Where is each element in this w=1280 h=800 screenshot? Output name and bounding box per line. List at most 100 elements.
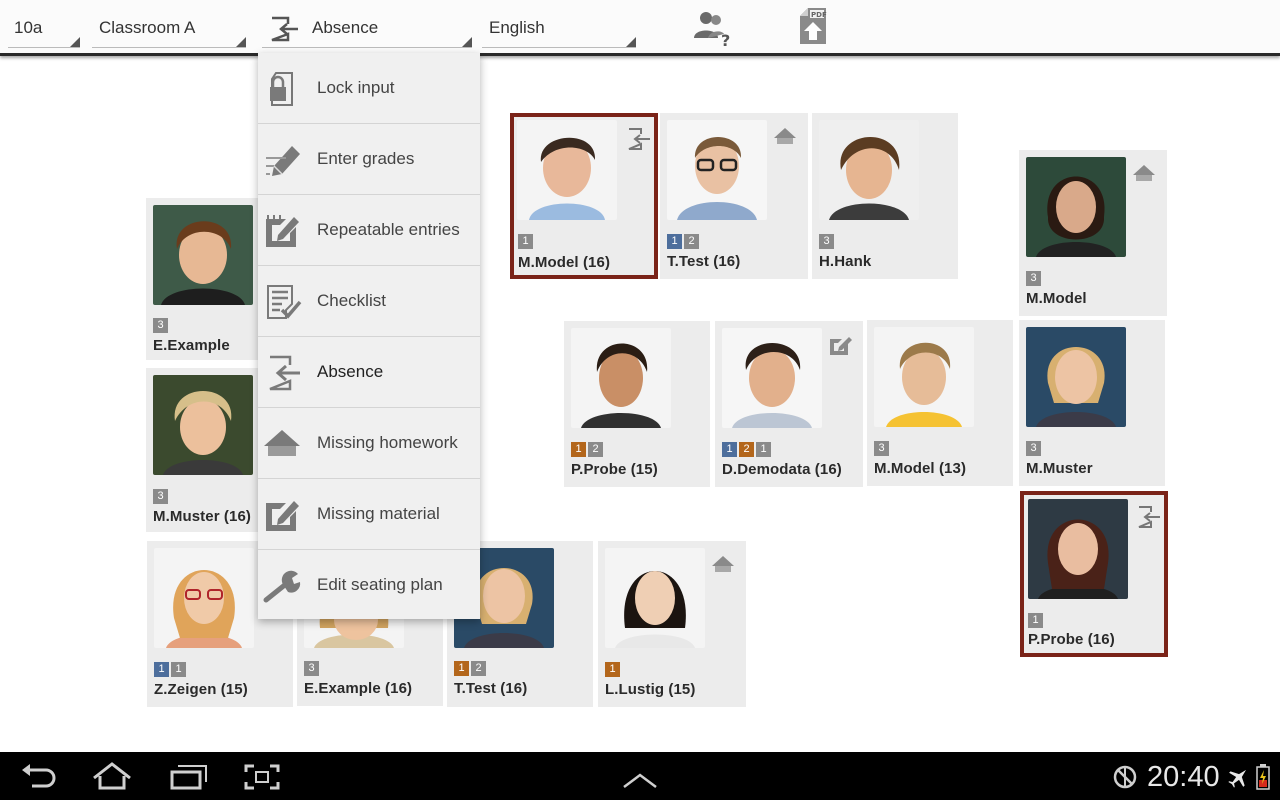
badge: 2 [684, 234, 699, 249]
student-card[interactable]: 1 2 T.Test (16) [660, 113, 808, 279]
student-card[interactable]: 3 M.Model (13) [867, 320, 1013, 486]
badge: 1 [571, 442, 586, 457]
badge: 1 [154, 662, 169, 677]
student-name: E.Example [153, 337, 230, 354]
badge: 3 [304, 661, 319, 676]
checklist-icon [267, 285, 302, 319]
badge: 3 [819, 234, 834, 249]
grade-badges: 1 2 [571, 442, 603, 457]
badge: 1 [605, 662, 620, 677]
clock: 20:40 [1147, 761, 1220, 793]
menu-item-label: Missing material [317, 504, 440, 523]
student-photo [667, 120, 767, 220]
wrench-icon [263, 570, 301, 603]
student-name: P.Probe (15) [571, 461, 658, 478]
grade-badges: 1 [605, 662, 620, 677]
menu-item-label: Edit seating plan [317, 575, 443, 594]
absence-exit-icon [269, 355, 300, 391]
student-name: M.Model (13) [874, 460, 967, 477]
student-card[interactable]: 3 M.Model [1019, 150, 1167, 316]
student-card[interactable]: 1 2 1 D.Demodata (16) [715, 321, 863, 487]
mode-select[interactable]: Absence [262, 10, 472, 48]
student-card[interactable]: 3 M.Muster [1019, 320, 1165, 486]
grade-badges: 3 [874, 441, 889, 456]
house-icon [712, 556, 734, 572]
dropdown-corner-icon [236, 37, 246, 47]
student-photo [874, 327, 974, 427]
badge: 1 [756, 442, 771, 457]
house-icon [264, 430, 300, 456]
top-toolbar: 10a Classroom A Absence English ? PDF [0, 0, 1280, 56]
menu-item-label: Enter grades [317, 149, 415, 168]
home-icon[interactable] [92, 762, 132, 792]
grade-badges: 3 [304, 661, 319, 676]
room-select[interactable]: Classroom A [92, 10, 246, 48]
app-window: { "toolbar": { "class_select": "10a", "r… [0, 0, 1280, 800]
mode-select-value: Absence [312, 18, 379, 37]
student-card[interactable]: 3 H.Hank [812, 113, 958, 279]
badge: 1 [1028, 613, 1043, 628]
student-card[interactable]: 3 E.Example [146, 198, 258, 360]
room-select-value: Classroom A [99, 18, 196, 37]
class-select-value: 10a [14, 18, 43, 37]
badge: 1 [518, 234, 533, 249]
chevron-up-icon[interactable] [620, 766, 660, 796]
svg-text:PDF: PDF [811, 11, 827, 19]
grade-badges: 1 2 [454, 661, 486, 676]
student-name: M.Model [1026, 290, 1087, 307]
lock-icon [270, 72, 293, 106]
grade-badges: 1 [1028, 613, 1043, 628]
pdf-export-button[interactable]: PDF [794, 4, 834, 44]
grade-badges: 1 1 [154, 662, 186, 677]
student-photo [1026, 327, 1126, 427]
student-help-button[interactable]: ? [692, 8, 732, 50]
badge: 2 [739, 442, 754, 457]
badge: 3 [153, 318, 168, 333]
student-name: T.Test (16) [454, 680, 528, 697]
student-photo [722, 328, 822, 428]
subject-select[interactable]: English [482, 10, 636, 48]
student-name: M.Muster [1026, 460, 1093, 477]
badge: 2 [588, 442, 603, 457]
student-photo [819, 120, 919, 220]
back-icon[interactable] [18, 762, 58, 792]
menu-item-absence[interactable]: Absence [258, 337, 480, 408]
student-card[interactable]: 1 M.Model (16) [510, 113, 658, 279]
student-name: D.Demodata (16) [722, 461, 842, 478]
menu-item-repeatable-entries[interactable]: Repeatable entries [258, 195, 480, 266]
student-card[interactable]: 1 L.Lustig (15) [598, 541, 746, 707]
recent-apps-icon[interactable] [168, 762, 208, 792]
battery-icon [1256, 764, 1270, 790]
badge: 1 [667, 234, 682, 249]
menu-item-missing-homework[interactable]: Missing homework [258, 408, 480, 479]
grade-badges: 1 2 [667, 234, 699, 249]
globe-off-icon [1113, 765, 1137, 789]
badge: 3 [153, 489, 168, 504]
student-name: P.Probe (16) [1028, 631, 1115, 648]
student-card[interactable]: 1 P.Probe (16) [1020, 491, 1168, 657]
people-question-icon: ? [694, 12, 730, 50]
student-card[interactable]: 3 M.Muster (16) [146, 368, 258, 532]
grade-badges: 3 [1026, 441, 1041, 456]
menu-item-checklist[interactable]: Checklist [258, 266, 480, 337]
student-photo [571, 328, 671, 428]
menu-item-label: Lock input [317, 78, 395, 97]
android-system-bar: 20:40 [0, 752, 1280, 800]
pencil-icon [266, 146, 300, 176]
menu-item-lock-input[interactable]: Lock input [258, 53, 480, 124]
menu-item-enter-grades[interactable]: Enter grades [258, 124, 480, 195]
class-select[interactable]: 10a [8, 10, 80, 48]
student-name: H.Hank [819, 253, 872, 270]
subject-select-value: English [489, 18, 545, 37]
grade-badges: 3 [153, 489, 168, 504]
menu-item-edit-seating-plan[interactable]: Edit seating plan [258, 550, 480, 621]
house-icon [1133, 165, 1155, 181]
dropdown-corner-icon [462, 37, 472, 47]
menu-item-missing-material[interactable]: Missing material [258, 479, 480, 550]
menu-item-label: Repeatable entries [317, 220, 460, 239]
student-card[interactable]: 1 2 P.Probe (15) [564, 321, 710, 487]
screenshot-icon[interactable] [242, 762, 282, 792]
student-name: M.Muster (16) [153, 508, 251, 525]
student-name: T.Test (16) [667, 253, 741, 270]
grade-badges: 3 [153, 318, 168, 333]
